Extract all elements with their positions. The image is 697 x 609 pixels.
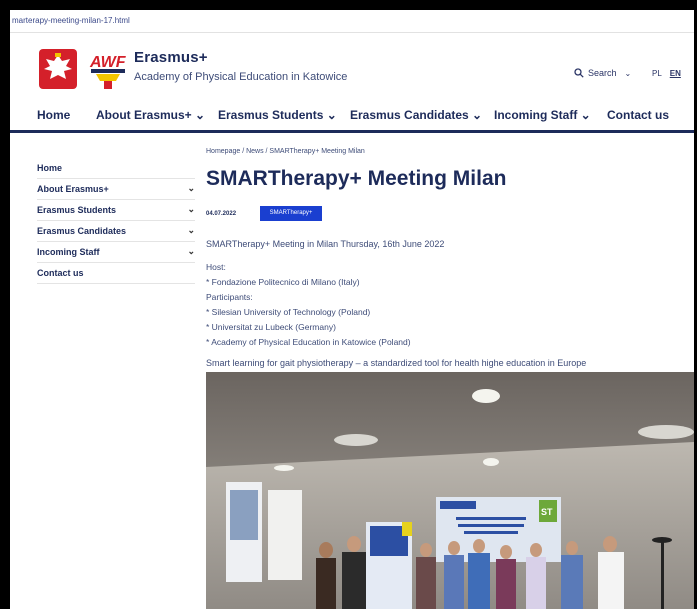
address-bar[interactable]: marterapy-meeting-milan-17.html <box>10 10 694 33</box>
sidebar-item-label: About Erasmus+ <box>37 184 109 194</box>
nav-contact-us[interactable]: Contact us <box>607 108 669 122</box>
body-line: Host: <box>206 262 226 272</box>
url-text: marterapy-meeting-milan-17.html <box>12 16 130 25</box>
chevron-down-icon[interactable]: ⌄ <box>187 183 195 194</box>
sidebar-menu: Home About Erasmus+ ⌄ Erasmus Students ⌄… <box>37 158 195 284</box>
sidebar-item-erasmus-candidates[interactable]: Erasmus Candidates ⌄ <box>37 221 195 242</box>
category-tag[interactable]: SMARTherapy+ <box>260 206 322 221</box>
article-body: Host: * Fondazione Politecnico di Milano… <box>206 260 411 350</box>
chevron-down-icon[interactable]: ⌄ <box>187 246 195 257</box>
nav-erasmus-students[interactable]: Erasmus Students ⌄ <box>218 108 337 122</box>
sidebar-item-label: Erasmus Candidates <box>37 226 127 236</box>
project-description: Smart learning for gait physiotherapy – … <box>206 358 587 368</box>
projected-logo-text: ST <box>541 507 553 517</box>
sidebar-item-contact-us[interactable]: Contact us <box>37 263 195 284</box>
body-line: * Academy of Physical Education in Katow… <box>206 337 411 347</box>
lang-pl-link[interactable]: PL <box>652 69 662 78</box>
browser-viewport: marterapy-meeting-milan-17.html AWF Eras… <box>10 10 694 609</box>
breadcrumb[interactable]: Homepage / News / SMARTherapy+ Meeting M… <box>206 148 365 155</box>
nav-erasmus-candidates[interactable]: Erasmus Candidates ⌄ <box>350 108 482 122</box>
awf-logo-text: AWF <box>89 54 127 71</box>
article-intro: SMARTherapy+ Meeting in Milan Thursday, … <box>206 239 445 249</box>
brand-title[interactable]: Erasmus+ <box>134 49 208 66</box>
chevron-down-icon[interactable]: ⌄ <box>187 204 195 215</box>
nav-incoming-staff[interactable]: Incoming Staff ⌄ <box>494 108 591 122</box>
brand-subtitle: Academy of Physical Education in Katowic… <box>134 71 348 83</box>
sidebar-item-about-erasmus[interactable]: About Erasmus+ ⌄ <box>37 179 195 200</box>
chevron-down-icon[interactable]: ⌄ <box>187 225 195 236</box>
sidebar-item-label: Incoming Staff <box>37 247 100 257</box>
sidebar-item-home[interactable]: Home <box>37 158 195 179</box>
site-header: AWF Erasmus+ Academy of Physical Educati… <box>10 33 694 99</box>
page-title: SMARTherapy+ Meeting Milan <box>206 167 507 190</box>
body-line: * Fondazione Politecnico di Milano (Ital… <box>206 277 360 287</box>
sidebar-item-incoming-staff[interactable]: Incoming Staff ⌄ <box>37 242 195 263</box>
eagle-emblem-icon[interactable] <box>36 49 80 89</box>
chevron-down-icon: ⌄ <box>624 68 632 78</box>
sidebar-item-erasmus-students[interactable]: Erasmus Students ⌄ <box>37 200 195 221</box>
sidebar-item-label: Contact us <box>37 268 84 278</box>
body-line: * Silesian University of Technology (Pol… <box>206 307 371 317</box>
nav-about-erasmus[interactable]: About Erasmus+ ⌄ <box>96 108 205 122</box>
sidebar-item-label: Home <box>37 163 63 173</box>
main-navigation: Home About Erasmus+ ⌄ Erasmus Students ⌄… <box>10 99 694 133</box>
search-icon <box>574 68 584 78</box>
language-switcher: PL EN <box>652 69 681 78</box>
article-date: 04.07.2022 <box>206 211 237 217</box>
body-line: Participants: <box>206 292 253 302</box>
awf-logo-icon[interactable]: AWF <box>88 47 128 91</box>
lang-en-link[interactable]: EN <box>670 69 681 78</box>
search-button[interactable]: Search ⌄ <box>574 68 631 78</box>
search-label: Search <box>588 68 617 78</box>
body-line: * Universitat zu Lubeck (Germany) <box>206 322 336 332</box>
nav-home[interactable]: Home <box>37 108 70 122</box>
sidebar-item-label: Erasmus Students <box>37 205 117 215</box>
meeting-group-photo[interactable]: ST <box>206 372 694 609</box>
